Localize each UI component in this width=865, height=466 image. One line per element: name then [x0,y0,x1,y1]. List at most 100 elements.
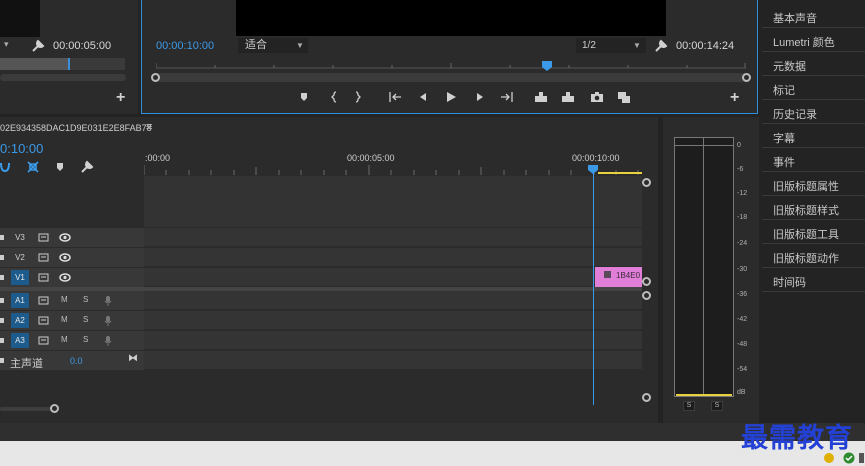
mark-out-icon [355,91,361,103]
timeline-vertical-scrollbar[interactable] [642,176,652,406]
meter-solo-right[interactable]: S [711,401,723,411]
menu-item-history[interactable]: 历史记录 [773,106,817,122]
master-volume-value[interactable]: 0.0 [70,356,83,366]
solo-button[interactable]: S [83,335,88,344]
track-label-a2[interactable]: A2 [11,313,29,328]
source-zoom-scrollbar[interactable] [0,58,70,70]
horizontal-scroll-track[interactable] [0,407,55,411]
track-v2[interactable] [144,248,642,267]
track-header-a1: A1 M S [0,291,144,310]
chevron-down-icon: ▼ [633,41,641,50]
meter-solo-left[interactable]: S [683,401,695,411]
sync-lock-icon[interactable] [38,232,50,243]
program-current-timecode[interactable]: 00:00:10:00 [156,40,214,52]
menu-item-legacy-title-properties[interactable]: 旧版标题属性 [773,178,839,194]
track-label-a1[interactable]: A1 [11,293,29,308]
track-a1[interactable] [144,291,642,310]
linked-selection-icon [27,161,39,173]
timeline-timecode[interactable]: 0:10:00 [0,141,43,156]
playhead-line [593,172,594,405]
menu-item-events[interactable]: 事件 [773,154,795,170]
scroll-handle[interactable] [642,291,651,300]
scroll-handle[interactable] [642,393,651,402]
menu-item-markers[interactable]: 标记 [773,82,795,98]
microphone-icon[interactable] [102,315,114,326]
lock-icon[interactable] [0,358,4,363]
track-a2[interactable] [144,311,642,330]
play-icon [447,92,456,102]
eye-icon[interactable] [59,232,71,243]
sync-lock-icon[interactable] [38,335,50,346]
eye-icon[interactable] [59,252,71,263]
step-back-icon [420,93,428,101]
compare-icon [618,92,630,103]
lock-icon[interactable] [0,255,4,260]
scroll-handle[interactable] [50,404,59,413]
db-scale-label: -36 [737,291,748,298]
lock-icon[interactable] [0,275,4,280]
scroll-start-handle[interactable] [151,73,160,82]
timeline-empty-area[interactable] [144,176,642,227]
track-label-v2[interactable]: V2 [11,250,29,265]
sync-lock-icon[interactable] [38,252,50,263]
mute-button[interactable]: M [61,295,68,304]
sync-lock-icon[interactable] [38,295,50,306]
mute-button[interactable]: M [61,335,68,344]
menu-item-legacy-title-tools[interactable]: 旧版标题工具 [773,226,839,242]
track-v3[interactable] [144,228,642,247]
source-scrubber-track[interactable] [0,74,126,81]
timeline-horizontal-scrollbar[interactable] [0,406,650,414]
program-duration: 00:00:14:24 [676,40,735,52]
lock-icon[interactable] [0,318,4,323]
menu-item-metadata[interactable]: 元数据 [773,58,806,74]
track-a3[interactable] [144,331,642,350]
playhead[interactable] [588,165,598,174]
scroll-end-handle[interactable] [742,73,751,82]
snap-icon [0,162,10,173]
menu-item-legacy-title-styles[interactable]: 旧版标题样式 [773,202,839,218]
scroll-handle[interactable] [642,277,651,286]
db-scale-label: -6 [737,166,744,173]
track-v1[interactable] [144,268,642,287]
menu-item-essential-sound[interactable]: 基本声音 [773,10,817,26]
tab-menu-icon[interactable]: ≡ [146,121,152,133]
track-header-v3: V3 [0,228,144,247]
lock-icon[interactable] [0,298,4,303]
solo-button[interactable]: S [83,295,88,304]
solo-button[interactable]: S [83,315,88,324]
source-zoom-dropdown[interactable]: ▾ [4,39,22,53]
track-label-v3[interactable]: V3 [11,230,29,245]
scroll-handle[interactable] [642,178,651,187]
program-zoom-scrollbar[interactable] [151,73,751,82]
timeline-bottom-area [144,371,642,406]
menu-item-timecode[interactable]: 时间码 [773,274,806,290]
lock-icon[interactable] [0,338,4,343]
sync-lock-icon[interactable] [38,315,50,326]
fx-badge-icon [604,271,611,278]
lock-icon[interactable] [0,235,4,240]
source-add-button[interactable]: + [116,89,125,107]
meter-divider [703,137,704,397]
menu-item-lumetri-color[interactable]: Lumetri 颜色 [773,34,835,50]
meter-level [676,394,732,396]
work-area-bar[interactable] [598,172,642,174]
program-monitor: 00:00:10:00 适合 ▼ 1/2 ▼ 00:00:14:24 + [141,0,758,114]
track-master[interactable] [144,351,642,370]
sync-lock-icon[interactable] [38,272,50,283]
mute-button[interactable]: M [61,315,68,324]
eye-icon[interactable] [59,272,71,283]
menu-item-captions[interactable]: 字幕 [773,130,795,146]
go-to-end-icon[interactable]: ⧓ [128,353,138,364]
microphone-icon[interactable] [102,335,114,346]
program-settings-wrench-icon[interactable] [654,39,668,53]
program-add-button[interactable]: + [730,89,739,107]
microphone-icon[interactable] [102,295,114,306]
db-scale-label: -12 [737,190,748,197]
menu-item-legacy-title-actions[interactable]: 旧版标题动作 [773,250,839,266]
program-playhead[interactable] [542,61,552,71]
source-settings-wrench-icon[interactable] [31,39,45,53]
track-label-a3[interactable]: A3 [11,333,29,348]
program-time-ruler[interactable] [156,59,746,69]
timeline-sequence-tab[interactable]: 02E934358DAC1D9E031E2E8FAB78 [0,123,152,133]
track-label-v1[interactable]: V1 [11,270,29,285]
